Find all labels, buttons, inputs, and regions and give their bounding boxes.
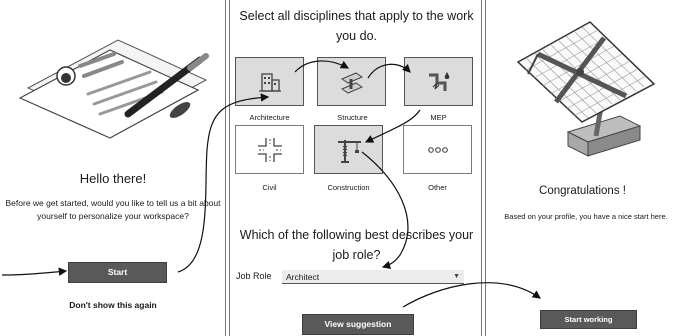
tile-mep[interactable] [404,57,473,106]
congratulations-heading: Congratulations ! [539,185,626,197]
tile-label-structure: Structure [337,113,368,122]
welcome-intro-text: Before we get started, would you like to… [5,198,221,221]
tile-label-mep: MEP [430,113,447,122]
profile-message: Based on your profile, you have a nice s… [504,212,668,221]
tile-construction[interactable] [314,125,383,174]
welcome-heading: Hello there! [79,171,147,186]
start-working-button[interactable]: Start working [540,310,637,329]
welcome-panel: Hello there! Before we get started, woul… [0,0,226,336]
tile-label-civil: Civil [262,183,277,192]
building-icon [258,72,281,92]
tile-other[interactable] [403,125,472,174]
tile-label-construction: Construction [327,183,370,192]
chevron-down-icon: ▼ [453,273,460,280]
disciplines-panel: Select all disciplines that apply to the… [229,0,482,336]
job-role-value: Architect [286,272,320,282]
start-button[interactable]: Start [68,262,167,283]
finish-panel: Congratulations ! Based on your profile,… [485,0,678,336]
more-dots-icon [427,146,448,153]
tile-architecture[interactable] [235,57,304,106]
road-intersection-icon [257,137,282,162]
dont-show-again-link[interactable]: Don't show this again [0,300,226,310]
tile-label-architecture: Architecture [249,113,290,122]
document-pen-illustration [18,39,209,139]
tile-civil[interactable] [235,125,304,174]
disciplines-title: Select all disciplines that apply to the… [239,9,474,43]
steel-beam-icon [340,71,363,94]
view-suggestion-button[interactable]: View suggestion [302,314,414,335]
job-role-dropdown[interactable]: Architect ▼ [282,270,464,284]
tile-label-other: Other [428,183,447,192]
tile-structure[interactable] [317,57,386,106]
job-role-question: Which of the following best describes yo… [239,228,474,262]
pipe-icon [428,71,449,91]
job-role-label: Job Role [236,271,272,281]
crane-icon [337,139,361,163]
drafting-table-illustration [516,21,656,157]
